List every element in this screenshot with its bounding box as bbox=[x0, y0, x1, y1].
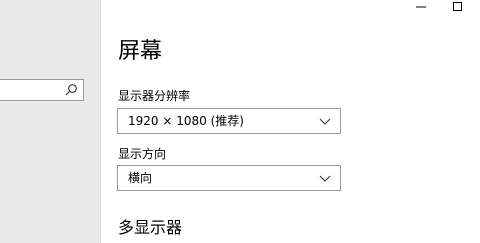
minimize-icon bbox=[416, 6, 426, 8]
orientation-value: 横向 bbox=[128, 171, 153, 185]
orientation-label: 显示方向 bbox=[118, 147, 167, 161]
search-input[interactable] bbox=[0, 79, 84, 101]
multi-display-heading: 多显示器 bbox=[118, 218, 183, 237]
maximize-button[interactable] bbox=[443, 0, 473, 14]
resolution-value: 1920 × 1080 (推荐) bbox=[128, 114, 244, 128]
chevron-down-icon bbox=[319, 175, 331, 182]
minimize-button[interactable] bbox=[406, 0, 436, 14]
orientation-dropdown[interactable]: 横向 bbox=[117, 165, 341, 191]
maximize-icon bbox=[453, 2, 462, 11]
resolution-dropdown[interactable]: 1920 × 1080 (推荐) bbox=[117, 108, 341, 134]
navigation-pane bbox=[0, 0, 101, 243]
search-icon bbox=[65, 84, 77, 96]
settings-window: 屏幕 显示器分辨率 1920 × 1080 (推荐) 显示方向 横向 多显示器 bbox=[0, 0, 480, 243]
resolution-label: 显示器分辨率 bbox=[118, 89, 191, 103]
page-title: 屏幕 bbox=[118, 39, 163, 64]
chevron-down-icon bbox=[319, 118, 331, 125]
